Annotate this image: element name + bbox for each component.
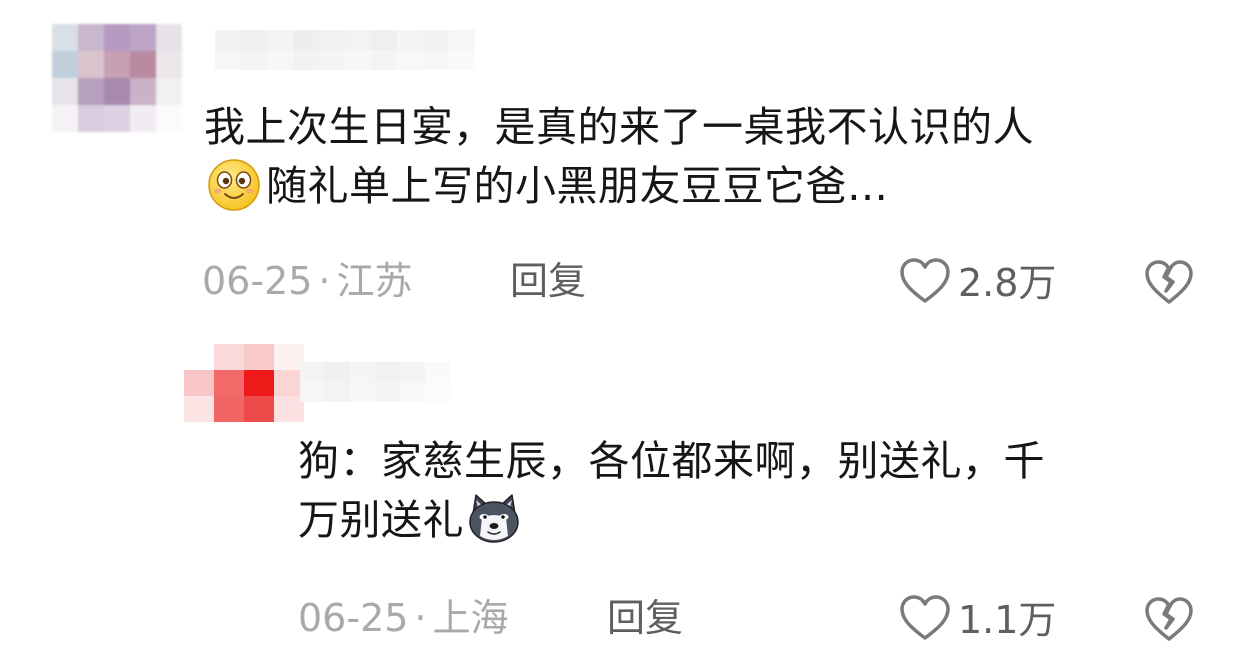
like-count: 2.8万 [958,261,1057,305]
meta-separator: · [318,259,331,303]
comment-meta: 06-25 · 上海 [298,596,509,640]
comment-text: 我上次生日宴，是真的来了一桌我不认识的人 随礼单上写的小黑朋友豆豆它爸… [204,98,1224,216]
like-button[interactable]: 1.1万 [898,593,1056,647]
comment-text-line-1: 狗：家慈生辰，各位都来啊，别送礼，千 [298,437,1045,485]
like-count: 1.1万 [958,598,1057,642]
comment-location: 江苏 [336,259,413,303]
comment-date: 06-25 [298,596,409,640]
comment-list: 我上次生日宴，是真的来了一桌我不认识的人 随礼单上写的小黑朋友豆豆它爸… 06-… [0,0,1260,667]
reply-button[interactable]: 回复 [607,596,683,640]
smiling-face-emoji-icon [204,158,264,212]
comment-meta: 06-25 · 江苏 [202,259,413,303]
comment-text-line-1: 我上次生日宴，是真的来了一桌我不认识的人 [204,103,1034,151]
username[interactable] [215,30,475,70]
comment-text-line-2: 万别送礼 [298,496,464,544]
comment-text: 狗：家慈生辰，各位都来啊，别送礼，千 万别送礼 [298,432,1218,550]
comment-text-line-2: 随礼单上写的小黑朋友豆豆它爸… [266,162,889,210]
dislike-button[interactable] [1143,595,1195,647]
dog-face-emoji-icon [464,492,524,546]
reply-button[interactable]: 回复 [510,259,586,303]
avatar[interactable] [184,344,304,422]
heart-outline-icon [898,593,952,647]
heart-outline-icon [898,256,952,310]
like-button[interactable]: 2.8万 [898,256,1056,310]
broken-heart-icon [1143,260,1195,310]
broken-heart-icon [1143,597,1195,647]
comment-location: 上海 [432,596,509,640]
username[interactable] [300,362,450,402]
comment-date: 06-25 [202,259,313,303]
meta-separator: · [414,596,427,640]
dislike-button[interactable] [1143,258,1195,310]
avatar[interactable] [52,24,182,132]
